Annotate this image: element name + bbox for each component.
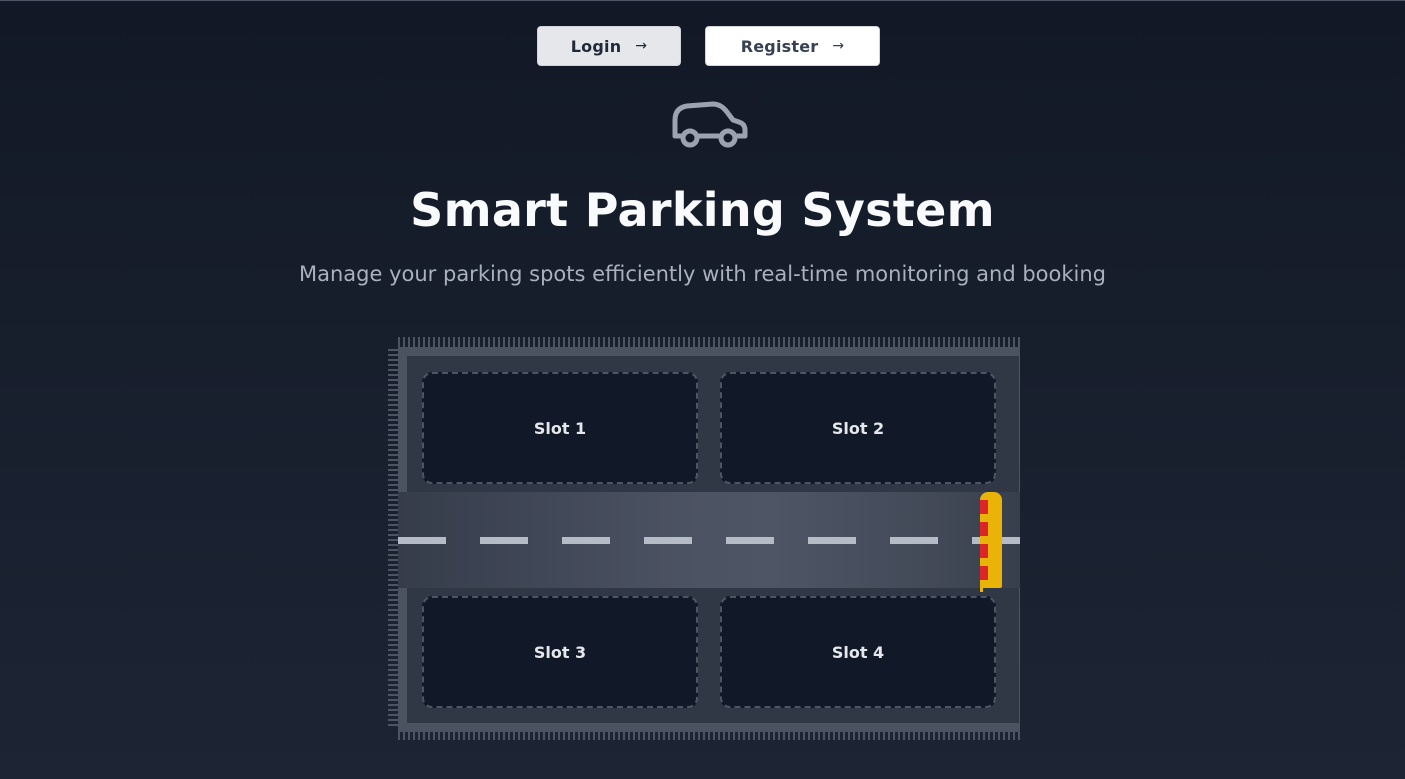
slot-label: Slot 1 (533, 418, 587, 438)
fence-bottom (398, 732, 1020, 740)
parking-slot-4[interactable]: Slot 4 (720, 596, 996, 708)
car-icon (669, 98, 749, 152)
parking-slot-1[interactable]: Slot 1 (422, 372, 698, 484)
auth-buttons: Login → Register → (0, 26, 1405, 66)
parking-lot-map: Slot 1 Slot 2 Slot 3 Slot 4 (388, 337, 1020, 741)
top-border (0, 0, 1405, 1)
slot-label: Slot 4 (831, 642, 885, 662)
slot-label: Slot 3 (533, 642, 587, 662)
register-button-label: Register (740, 36, 819, 56)
fence-left (388, 349, 398, 729)
gate-stripe (980, 500, 988, 514)
arrow-right-icon: → (635, 38, 648, 54)
login-button[interactable]: Login → (537, 26, 681, 66)
gate-stripe (980, 566, 988, 580)
page-title: Smart Parking System (410, 183, 995, 237)
gate-stripe (980, 544, 988, 558)
register-button[interactable]: Register → (705, 26, 880, 66)
gate-pole (980, 580, 983, 592)
gate-stripe (980, 522, 988, 536)
page-subtitle: Manage your parking spots efficiently wi… (299, 262, 1106, 286)
parking-slot-2[interactable]: Slot 2 (720, 372, 996, 484)
barrier-gate-icon (978, 492, 1004, 596)
slot-label: Slot 2 (831, 418, 885, 438)
arrow-right-icon: → (832, 38, 845, 54)
lane-divider (398, 537, 1020, 544)
parking-slot-3[interactable]: Slot 3 (422, 596, 698, 708)
fence-top (398, 337, 1020, 347)
driveway-road (398, 492, 1020, 588)
login-button-label: Login (570, 36, 622, 56)
